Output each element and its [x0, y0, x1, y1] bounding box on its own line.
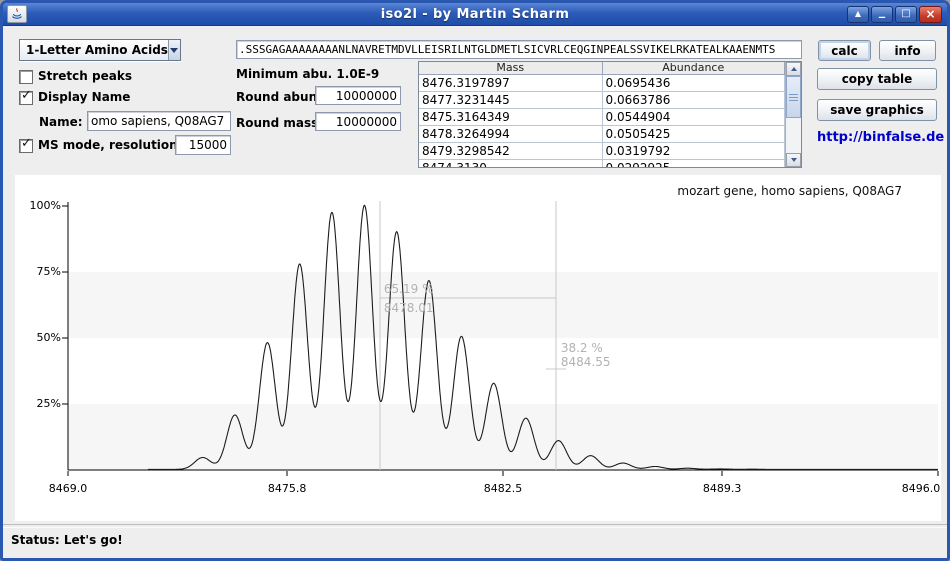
round-abundance-label: Round abun.: — [236, 90, 326, 104]
y-tick-label: 25% — [17, 397, 61, 410]
chevron-down-icon — [170, 48, 178, 53]
abundance-cell: 0.0695436 — [603, 75, 786, 92]
stretch-peaks-label: Stretch peaks — [38, 69, 132, 83]
table-scrollbar[interactable] — [785, 62, 801, 167]
x-tick-label: 8496.0 — [899, 482, 943, 495]
y-tick-label: 50% — [17, 331, 61, 344]
abundance-cell: 0.0505425 — [603, 126, 786, 143]
display-name-label: Display Name — [38, 90, 130, 104]
abundance-cell: 0.0292925 — [603, 160, 786, 167]
x-tick-label: 8475.8 — [265, 482, 309, 495]
minimum-abundance-label: Minimum abu. 1.0E-9 — [236, 67, 379, 81]
table-row[interactable]: 8477.32314450.0663786 — [419, 92, 785, 109]
table-row[interactable]: 8475.31643490.0544904 — [419, 109, 785, 126]
annotation-percent-label: 38.2 % — [561, 341, 603, 355]
abundance-cell: 0.0319792 — [603, 143, 786, 160]
display-name-checkbox[interactable]: ✓ — [19, 91, 33, 105]
title-bar[interactable]: iso2l - by Martin Scharm ▲ ▁ □ × — [3, 3, 947, 26]
table-row[interactable]: 8478.32649940.0505425 — [419, 126, 785, 143]
thumb-grip-icon — [789, 100, 798, 101]
annotation-percent-label: 65.19 % — [384, 282, 434, 296]
triangle-down-icon — [791, 158, 797, 162]
stretch-peaks-checkbox[interactable] — [19, 70, 33, 84]
sequence-input[interactable] — [236, 40, 802, 59]
java-app-icon[interactable] — [7, 5, 27, 23]
triangle-up-icon — [791, 67, 797, 71]
x-tick-label: 8489.3 — [700, 482, 744, 495]
info-button[interactable]: info — [879, 40, 936, 61]
column-header-abundance[interactable]: Abundance — [603, 62, 786, 75]
status-text: Status: Let's go! — [11, 533, 123, 547]
mass-cell: 8478.3264994 — [419, 126, 603, 143]
y-tick-label: 75% — [17, 265, 61, 278]
name-input[interactable] — [87, 111, 231, 131]
thumb-grip-icon — [789, 97, 798, 98]
abundance-cell: 0.0663786 — [603, 92, 786, 109]
table-row[interactable]: 8476.31978970.0695436 — [419, 75, 785, 92]
y-tick-label: 100% — [17, 199, 61, 212]
table-row[interactable]: 8474.31300.0292925 — [419, 160, 785, 167]
ms-mode-checkbox[interactable]: ✓ — [19, 139, 33, 153]
scrollbar-thumb[interactable] — [786, 76, 801, 118]
binfalse-link[interactable]: http://binfalse.de — [817, 130, 937, 145]
thumb-grip-icon — [789, 94, 798, 95]
mass-cell: 8475.3164349 — [419, 109, 603, 126]
format-combobox-value: 1-Letter Amino Acids — [20, 40, 168, 60]
chart-title: mozart gene, homo sapiens, Q08AG7 — [677, 184, 902, 198]
mass-cell: 8477.3231445 — [419, 92, 603, 109]
app-window: iso2l - by Martin Scharm ▲ ▁ □ × 1-Lette… — [0, 0, 950, 561]
annotation-mass-label: 8478.01 — [384, 301, 434, 315]
checkmark-icon: ✓ — [21, 136, 33, 151]
combobox-arrow-button[interactable] — [168, 40, 180, 60]
window-title: iso2l - by Martin Scharm — [3, 7, 947, 22]
results-table[interactable]: MassAbundance 8476.31978970.06954368477.… — [419, 62, 785, 167]
maximize-button[interactable]: □ — [895, 6, 917, 23]
mass-cell: 8476.3197897 — [419, 75, 603, 92]
table-header-row: MassAbundance — [419, 62, 785, 75]
scroll-up-button[interactable] — [786, 62, 801, 76]
chart-gridband — [68, 404, 938, 470]
scrollbar-track[interactable] — [786, 118, 801, 153]
round-mass-label: Round mass: — [236, 116, 323, 130]
pin-window-button[interactable]: ▲ — [847, 6, 869, 23]
resolution-input[interactable] — [175, 135, 231, 155]
table-row[interactable]: 8479.32985420.0319792 — [419, 143, 785, 160]
name-label: Name: — [39, 115, 83, 129]
ms-mode-label: MS mode, resolution: — [38, 138, 183, 152]
x-tick-label: 8482.5 — [481, 482, 525, 495]
annotation-mass-label: 8484.55 — [561, 355, 611, 369]
round-mass-input[interactable] — [315, 112, 401, 131]
round-abundance-input[interactable] — [315, 86, 401, 105]
copy-table-button[interactable]: copy table — [817, 68, 937, 90]
status-separator — [3, 524, 947, 528]
column-header-mass[interactable]: Mass — [419, 62, 603, 75]
results-scrollpane: MassAbundance 8476.31978970.06954368477.… — [418, 61, 802, 168]
close-button[interactable]: × — [919, 6, 942, 23]
chart-gridband — [68, 272, 938, 338]
mass-cell: 8479.3298542 — [419, 143, 603, 160]
scroll-down-button[interactable] — [786, 153, 801, 167]
format-combobox[interactable]: 1-Letter Amino Acids — [19, 39, 181, 61]
mass-cell: 8474.3130 — [419, 160, 603, 167]
minimize-button[interactable]: ▁ — [871, 6, 893, 23]
abundance-cell: 0.0544904 — [603, 109, 786, 126]
x-tick-label: 8469.0 — [46, 482, 90, 495]
calc-button[interactable]: calc — [818, 40, 871, 61]
save-graphics-button[interactable]: save graphics — [817, 99, 937, 121]
checkmark-icon: ✓ — [21, 88, 33, 103]
